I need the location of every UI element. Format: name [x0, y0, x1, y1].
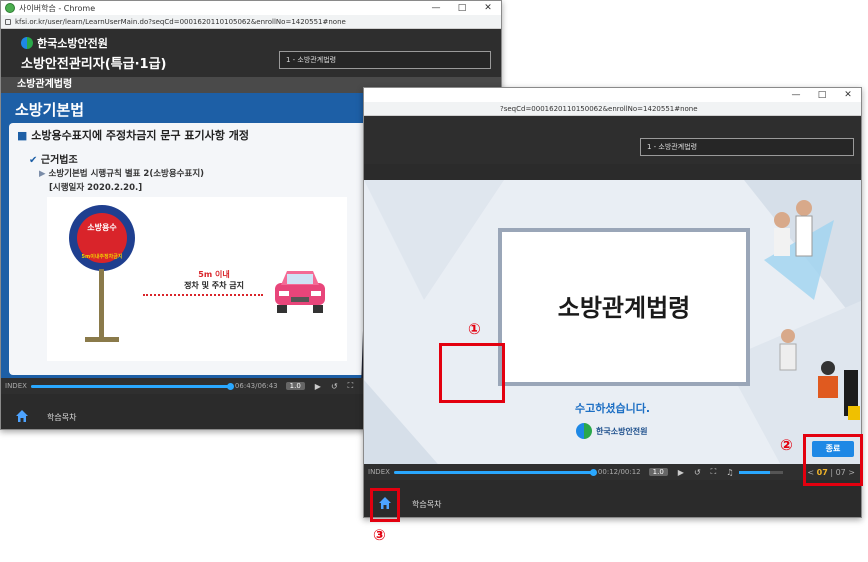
seek-handle[interactable] [226, 382, 234, 390]
index-button[interactable]: INDEX [5, 382, 27, 390]
seek-progress [393, 470, 594, 474]
distance-label: 5m 이내 정차 및 주차 금지 [184, 270, 244, 290]
seek-progress [30, 384, 231, 388]
org-logo-icon [21, 37, 33, 49]
distance-arrow [143, 294, 263, 296]
seek-bar[interactable] [393, 468, 597, 476]
end-slide: 소방관계법령 수고하셨습니다. 한국소방안전원 종료 [364, 180, 861, 471]
play-icon[interactable]: ▶ [678, 468, 684, 477]
end-title-frame: 소방관계법령 [498, 228, 750, 386]
replay-icon[interactable]: ↺ [331, 382, 338, 391]
fullscreen-icon[interactable]: ⛶ [348, 381, 354, 391]
speed-button[interactable]: 1.0 [285, 382, 305, 390]
minimize-icon[interactable]: — [423, 1, 449, 15]
window-title: 사이버학습 - Chrome [19, 3, 96, 13]
arrow-bullet-icon: ▶ [39, 169, 46, 179]
hydrant-sign-ring-text: 5m이내주정차금지 [81, 254, 123, 260]
org-name: 한국소방안전원 [37, 37, 108, 50]
replay-icon[interactable]: ↺ [694, 468, 701, 477]
brand-logo: 한국소방안전원 [576, 423, 648, 439]
volume-slider[interactable] [739, 470, 784, 474]
org-logo-icon [576, 423, 592, 439]
seek-handle[interactable] [589, 468, 597, 476]
time-display: 00:12/00:12 [597, 468, 641, 476]
slide-subheading: ✔ 근거법조 [29, 155, 78, 166]
site-favicon-icon [5, 3, 15, 13]
callout-number-3: ③ [373, 526, 386, 544]
toc-button[interactable]: 학습목차 [412, 499, 441, 510]
maximize-icon[interactable]: □ [449, 1, 475, 15]
speed-button[interactable]: 1.0 [648, 468, 668, 476]
url-text: kfsi.or.kr/user/learn/LearnUserMain.do?s… [15, 17, 346, 26]
org-logo: 한국소방안전원 [21, 35, 108, 51]
address-bar[interactable]: ?seqCd=0001620110150062&enrollNo=1420551… [364, 102, 861, 116]
close-icon[interactable]: ✕ [835, 88, 861, 102]
check-circle-icon: ✔ [29, 155, 38, 166]
volume-icon[interactable]: ♫ [726, 468, 733, 477]
seek-bar[interactable] [30, 382, 234, 390]
callout-number-1: ① [468, 320, 481, 338]
index-button[interactable]: INDEX [368, 468, 390, 476]
window-titlebar[interactable]: 사이버학습 - Chrome — □ ✕ [1, 1, 501, 15]
fullscreen-icon[interactable]: ⛶ [711, 467, 717, 477]
slide-heading: ■ 소방용수표지에 주정차금지 문구 표기사항 개정 [17, 129, 249, 142]
lock-icon [5, 18, 11, 25]
home-icon[interactable] [15, 409, 29, 423]
sign-base [85, 337, 119, 342]
play-icon[interactable]: ▶ [315, 382, 321, 391]
chapter-select[interactable]: 1 - 소방관계법령 [640, 138, 854, 156]
chapter-select[interactable]: 1 - 소방관계법령 [279, 51, 491, 69]
url-text: ?seqCd=0001620110150062&enrollNo=1420551… [500, 104, 698, 113]
highlight-box-1 [439, 343, 505, 403]
minimize-icon[interactable]: — [783, 88, 809, 102]
highlight-box-2 [803, 434, 863, 486]
square-bullet-icon: ■ [17, 129, 28, 142]
toc-button[interactable]: 학습목차 [47, 412, 76, 423]
sign-pole [99, 269, 104, 341]
time-display: 06:43/06:43 [234, 382, 278, 390]
maximize-icon[interactable]: □ [809, 88, 835, 102]
player-controls: INDEX 00:12/00:12 1.0 ▶ ↺ ⛶ ♫ < 07 | 07 … [364, 464, 861, 480]
app-footer: 학습목차 [364, 488, 861, 517]
course-title: 소방안전관리자(특급·1급) [21, 57, 167, 72]
highlight-box-3 [370, 488, 400, 522]
app-header: 1 - 소방관계법령 [364, 116, 861, 164]
slide-line-1: ▶ 소방기본법 시행규칙 별표 2(소방용수표지) [39, 169, 205, 179]
slide-line-2: [시행일자 2020.2.20.] [49, 183, 143, 193]
law-title: 소방기본법 [15, 101, 85, 119]
car-icon [275, 271, 325, 313]
callout-number-2: ② [780, 436, 793, 454]
address-bar[interactable]: kfsi.or.kr/user/learn/LearnUserMain.do?s… [1, 15, 501, 29]
app-header: 한국소방안전원 소방안전관리자(특급·1급) 1 - 소방관계법령 [1, 29, 501, 77]
end-title: 소방관계법령 [557, 294, 691, 322]
slide-illustration: 소방용수 5m이내주정차금지 5m 이내 정차 및 주차 금지 [47, 197, 347, 361]
close-icon[interactable]: ✕ [475, 1, 501, 15]
window-titlebar[interactable]: — □ ✕ [364, 88, 861, 102]
